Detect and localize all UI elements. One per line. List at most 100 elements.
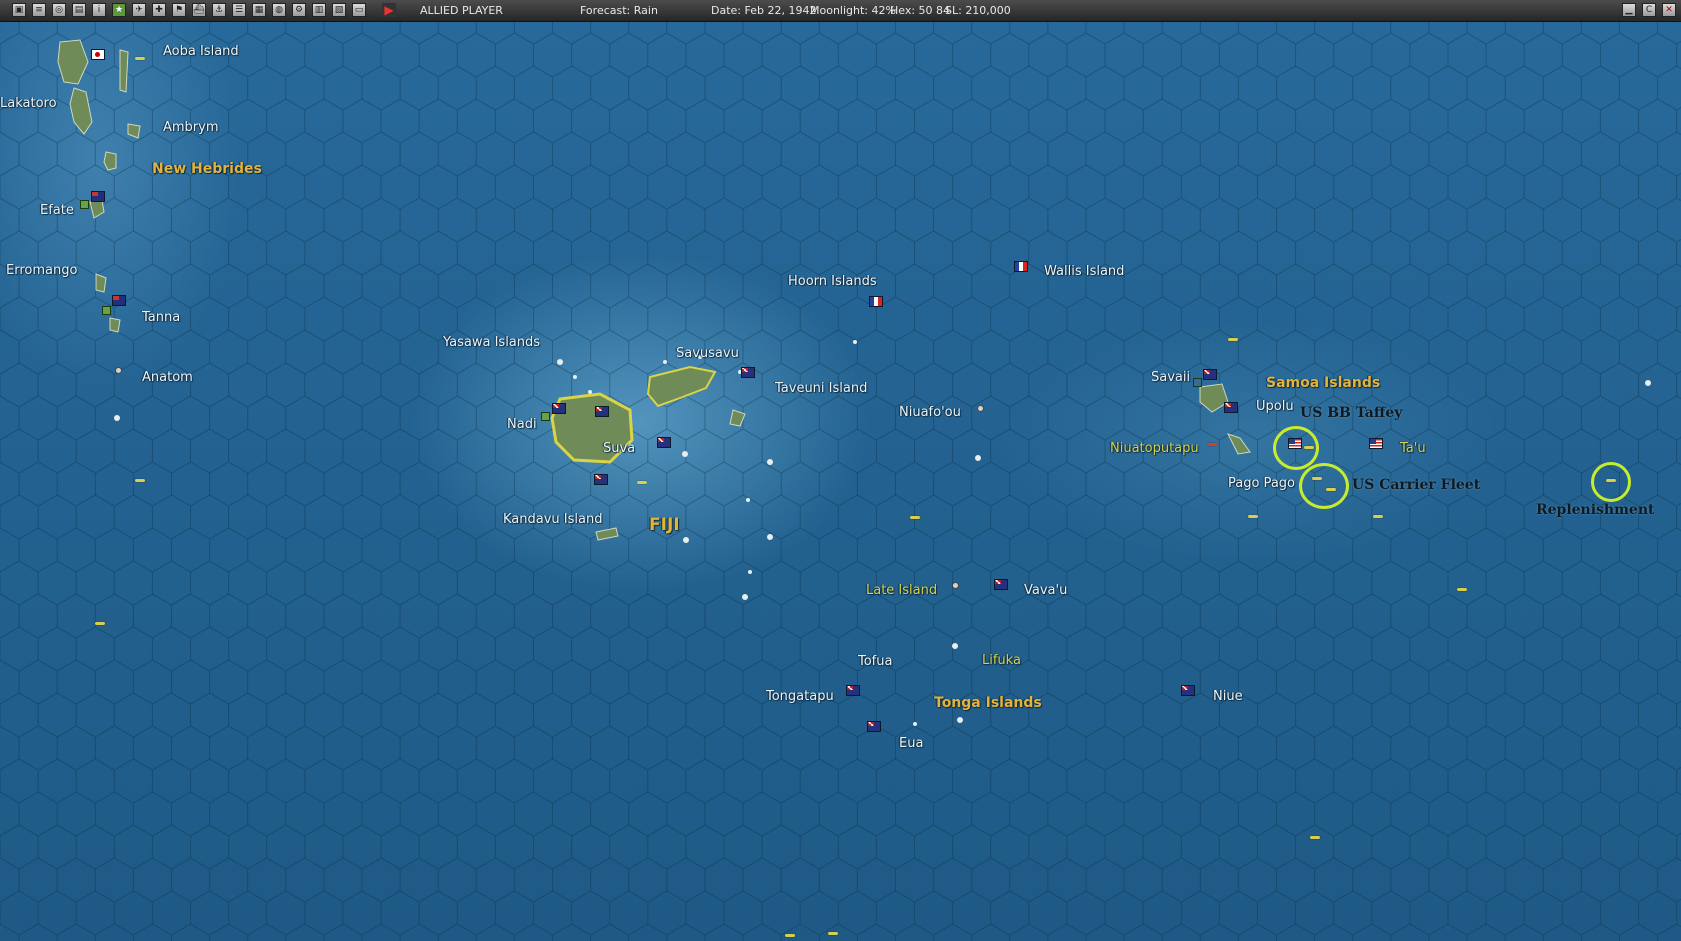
options-icon[interactable]: C — [1642, 3, 1656, 17]
airfield-icon[interactable] — [541, 412, 550, 421]
ship-task-force-icon[interactable] — [1228, 338, 1238, 341]
ship-icon[interactable]: ⛴ — [192, 3, 206, 17]
region-label: Samoa Islands — [1266, 375, 1381, 391]
place-label[interactable]: Lakatoro — [0, 96, 57, 111]
ship-task-force-icon[interactable] — [785, 934, 795, 937]
task-force-bb-taffey-icon[interactable] — [1304, 446, 1314, 449]
ship-task-force-icon[interactable] — [1373, 515, 1383, 518]
forces-icon[interactable]: ▦ — [252, 3, 266, 17]
french-base-flag-icon[interactable] — [1014, 261, 1028, 272]
allied-base-flag-icon[interactable] — [91, 191, 105, 202]
islet-icon[interactable] — [115, 367, 122, 374]
end-turn-icon[interactable]: ▶ — [382, 3, 396, 17]
place-label[interactable]: Ambrym — [163, 120, 219, 135]
ship-task-force-icon[interactable] — [1310, 836, 1320, 839]
airfield-icon[interactable] — [80, 200, 89, 209]
allied-base-flag-icon[interactable] — [552, 403, 566, 414]
place-label[interactable]: Eua — [899, 736, 923, 751]
game-map[interactable]: Aoba Island Lakatoro Ambrym New Hebrides… — [0, 22, 1681, 941]
place-label[interactable]: Tanna — [142, 310, 180, 325]
ship-task-force-icon[interactable] — [1248, 515, 1258, 518]
place-label[interactable]: Wallis Island — [1044, 264, 1124, 279]
islet-icon[interactable] — [952, 582, 959, 589]
flag-icon[interactable]: ⚑ — [172, 3, 186, 17]
place-label[interactable]: Taveuni Island — [775, 381, 867, 396]
close-icon[interactable]: ✕ — [1662, 3, 1676, 17]
report-icon[interactable]: ≡ — [32, 3, 46, 17]
place-label[interactable]: Vava'u — [1024, 583, 1067, 598]
minimize-icon[interactable]: ▁ — [1622, 3, 1636, 17]
carrier-task-force-icon[interactable] — [1312, 477, 1322, 480]
supply-label: SL: 210,000 — [945, 4, 1011, 17]
ambrym-island-land — [127, 123, 141, 139]
allied-base-flag-icon[interactable] — [846, 685, 860, 696]
info-icon[interactable]: i — [92, 3, 106, 17]
table-icon[interactable]: ▧ — [332, 3, 346, 17]
air-group-icon[interactable]: ✈ — [132, 3, 146, 17]
airfield-icon[interactable] — [102, 306, 111, 315]
enemy-task-force-icon[interactable] — [1208, 443, 1218, 446]
allied-base-flag-icon[interactable] — [595, 406, 609, 417]
place-label[interactable]: Niuatoputapu — [1110, 441, 1199, 456]
carrier-task-force-icon[interactable] — [1326, 488, 1336, 491]
air-mission-icon[interactable]: ✚ — [152, 3, 166, 17]
annotation-us-carrier-fleet: US Carrier Fleet — [1352, 477, 1481, 493]
map-icon[interactable]: ▣ — [12, 3, 26, 17]
vanua-levu-island — [646, 365, 717, 408]
port-icon[interactable] — [1193, 378, 1202, 387]
ship-task-force-icon[interactable] — [910, 516, 920, 519]
place-label[interactable]: Yasawa Islands — [443, 335, 540, 350]
place-label[interactable]: Late Island — [866, 583, 937, 598]
place-label[interactable]: Hoorn Islands — [788, 274, 877, 289]
place-label[interactable]: Pago Pago — [1228, 476, 1295, 491]
list-icon[interactable]: ☰ — [232, 3, 246, 17]
intel-icon[interactable]: ◎ — [52, 3, 66, 17]
us-base-flag-icon[interactable] — [1288, 438, 1302, 449]
us-base-flag-icon[interactable] — [1369, 438, 1383, 449]
display-icon[interactable]: ▭ — [352, 3, 366, 17]
place-label[interactable]: Tongatapu — [766, 689, 834, 704]
star-icon[interactable]: ★ — [112, 3, 126, 17]
islet-icon[interactable] — [977, 405, 984, 412]
place-label[interactable]: Savusavu — [676, 346, 739, 361]
ship-task-force-icon[interactable] — [95, 622, 105, 625]
kandavu-island-land — [595, 527, 619, 541]
place-label[interactable]: Nadi — [507, 417, 537, 432]
save-icon[interactable]: ▤ — [72, 3, 86, 17]
globe-icon[interactable]: ◍ — [272, 3, 286, 17]
ship-task-force-icon[interactable] — [135, 479, 145, 482]
ship-task-force-icon[interactable] — [135, 57, 145, 60]
place-label[interactable]: Niuafo'ou — [899, 405, 961, 420]
allied-base-flag-icon[interactable] — [112, 295, 126, 306]
ship-task-force-icon[interactable] — [1457, 588, 1467, 591]
place-label[interactable]: Lifuka — [982, 653, 1021, 668]
allied-base-flag-icon[interactable] — [741, 367, 755, 378]
place-label[interactable]: Savaii — [1151, 370, 1190, 385]
ship-task-force-icon[interactable] — [637, 481, 647, 484]
allied-base-flag-icon[interactable] — [657, 437, 671, 448]
allied-base-flag-icon[interactable] — [1224, 402, 1238, 413]
allied-base-flag-icon[interactable] — [1203, 369, 1217, 380]
malakula-island — [69, 87, 93, 135]
place-label[interactable]: Efate — [40, 203, 74, 218]
allied-base-flag-icon[interactable] — [994, 579, 1008, 590]
replenishment-task-force-icon[interactable] — [1606, 479, 1616, 482]
allied-base-flag-icon[interactable] — [867, 721, 881, 732]
place-label[interactable]: Niue — [1213, 689, 1243, 704]
french-base-flag-icon[interactable] — [869, 296, 883, 307]
settings-icon[interactable]: ⚙ — [292, 3, 306, 17]
place-label[interactable]: Kandavu Island — [503, 512, 602, 527]
place-label[interactable]: Aoba Island — [163, 44, 239, 59]
place-label[interactable]: Tofua — [858, 654, 892, 669]
japanese-base-flag-icon[interactable] — [91, 49, 105, 60]
place-label[interactable]: Upolu — [1256, 399, 1294, 414]
place-label[interactable]: Anatom — [142, 370, 193, 385]
place-label[interactable]: Suva — [603, 441, 635, 456]
place-label[interactable]: Erromango — [6, 263, 77, 278]
allied-base-flag-icon[interactable] — [594, 474, 608, 485]
place-label[interactable]: Ta'u — [1400, 441, 1426, 456]
cargo-icon[interactable]: ⚓ — [212, 3, 226, 17]
ship-task-force-icon[interactable] — [828, 932, 838, 935]
allied-base-flag-icon[interactable] — [1181, 685, 1195, 696]
ob-icon[interactable]: ▥ — [312, 3, 326, 17]
